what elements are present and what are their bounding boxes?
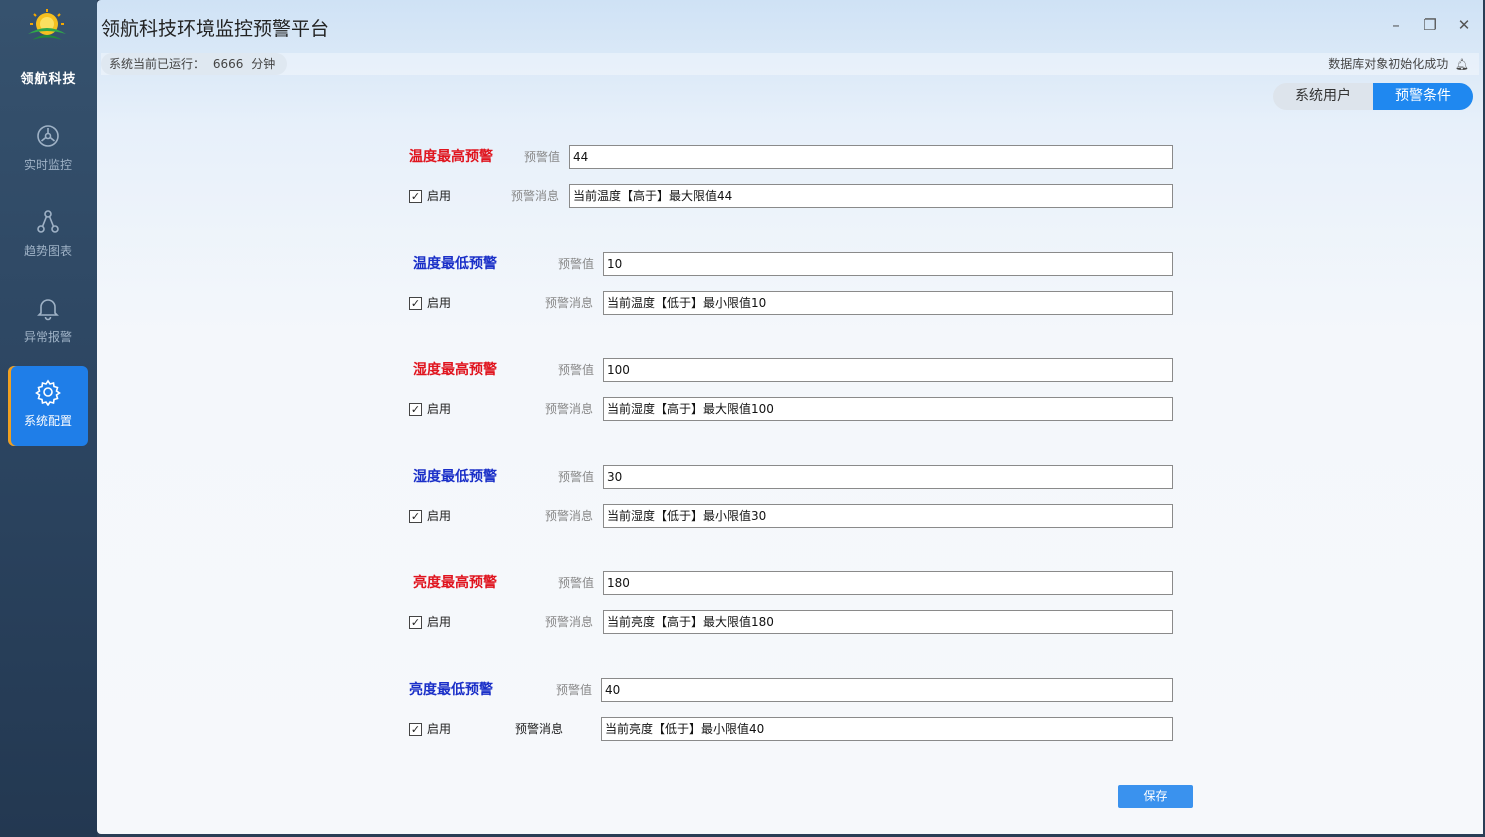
alert-title: 湿度最高预警	[413, 362, 497, 378]
message-label: 预警消息	[545, 615, 594, 629]
alert-title: 温度最低预警	[413, 256, 497, 272]
alert-title: 亮度最低预警	[409, 682, 493, 698]
threshold-input[interactable]: 40	[601, 678, 1173, 702]
threshold-input[interactable]: 44	[569, 145, 1173, 169]
tab-bar: 系统用户 预警条件	[1273, 83, 1473, 110]
threshold-input[interactable]: 180	[603, 571, 1173, 595]
bell-icon	[37, 299, 59, 321]
close-button[interactable]: ✕	[1453, 14, 1475, 36]
enable-label: 启用	[427, 509, 452, 523]
tab-alert-conditions[interactable]: 预警条件	[1373, 83, 1473, 110]
window-title: 领航科技环境监控预警平台	[101, 18, 330, 40]
enable-label: 启用	[427, 189, 452, 203]
save-button[interactable]: 保存	[1118, 785, 1193, 808]
sidebar-item-trend-chart[interactable]: 趋势图表	[8, 196, 88, 276]
enable-label: 启用	[427, 402, 452, 416]
runtime-unit: 分钟	[251, 57, 276, 71]
runtime-prefix: 系统当前已运行：	[109, 57, 206, 71]
sidebar-item-label: 异常报警	[23, 330, 72, 344]
logo-icon	[28, 9, 66, 40]
runtime-value: 6666	[212, 57, 244, 71]
message-input[interactable]: 当前温度【低于】最小限值10	[603, 291, 1173, 315]
monitor-icon	[37, 125, 59, 147]
sidebar: 领航科技 实时监控 趋势图表 异常报警 系统配置	[0, 0, 97, 837]
tab-system-users[interactable]: 系统用户	[1273, 83, 1373, 110]
status-bar: 系统当前已运行： 6666 分钟 数据库对象初始化成功 🔔︎	[101, 53, 1479, 75]
alert-title: 温度最高预警	[409, 149, 493, 165]
threshold-input[interactable]: 100	[603, 358, 1173, 382]
value-label: 预警值	[556, 683, 593, 697]
enable-label: 启用	[427, 615, 452, 629]
minimize-button[interactable]: –	[1385, 14, 1407, 36]
gear-icon	[35, 379, 61, 406]
message-input[interactable]: 当前湿度【低于】最小限值30	[603, 504, 1173, 528]
enable-label: 启用	[427, 296, 452, 310]
enable-checkbox[interactable]: ✓	[409, 616, 422, 629]
enable-checkbox[interactable]: ✓	[409, 403, 422, 416]
message-input[interactable]: 当前温度【高于】最大限值44	[569, 184, 1173, 208]
message-label: 预警消息	[515, 722, 564, 736]
sidebar-item-label: 系统配置	[23, 414, 72, 428]
message-input[interactable]: 当前亮度【低于】最小限值40	[601, 717, 1173, 741]
value-label: 预警值	[558, 363, 595, 377]
sidebar-item-realtime-monitor[interactable]: 实时监控	[8, 110, 88, 190]
enable-checkbox[interactable]: ✓	[409, 190, 422, 203]
enable-checkbox[interactable]: ✓	[409, 297, 422, 310]
message-input[interactable]: 当前湿度【高于】最大限值100	[603, 397, 1173, 421]
enable-label: 启用	[427, 722, 452, 736]
chart-nodes-icon	[37, 210, 59, 233]
message-label: 预警消息	[545, 402, 594, 416]
brand-name: 领航科技	[20, 72, 77, 87]
bell-icon[interactable]: 🔔︎	[1455, 58, 1469, 71]
message-label: 预警消息	[545, 296, 594, 310]
enable-checkbox[interactable]: ✓	[409, 510, 422, 523]
restore-button[interactable]: ❐	[1419, 14, 1441, 36]
sidebar-item-system-config[interactable]: 系统配置	[8, 366, 88, 446]
value-label: 预警值	[524, 150, 561, 164]
sidebar-item-label: 实时监控	[23, 158, 72, 172]
value-label: 预警值	[558, 257, 595, 271]
db-status-text: 数据库对象初始化成功	[1328, 57, 1449, 71]
threshold-input[interactable]: 10	[603, 252, 1173, 276]
alert-title: 亮度最高预警	[413, 575, 497, 591]
message-input[interactable]: 当前亮度【高于】最大限值180	[603, 610, 1173, 634]
runtime-badge: 系统当前已运行： 6666 分钟	[101, 53, 288, 75]
message-label: 预警消息	[511, 189, 560, 203]
sidebar-item-alarm[interactable]: 异常报警	[8, 282, 88, 362]
message-label: 预警消息	[545, 509, 594, 523]
alert-title: 湿度最低预警	[413, 469, 497, 485]
value-label: 预警值	[558, 470, 595, 484]
value-label: 预警值	[558, 576, 595, 590]
main-panel: 领航科技环境监控预警平台 – ❐ ✕ 系统当前已运行： 6666 分钟 数据库对…	[97, 0, 1483, 834]
sidebar-item-label: 趋势图表	[23, 244, 72, 258]
enable-checkbox[interactable]: ✓	[409, 723, 422, 736]
threshold-input[interactable]: 30	[603, 465, 1173, 489]
db-status: 数据库对象初始化成功 🔔︎	[1328, 53, 1469, 76]
